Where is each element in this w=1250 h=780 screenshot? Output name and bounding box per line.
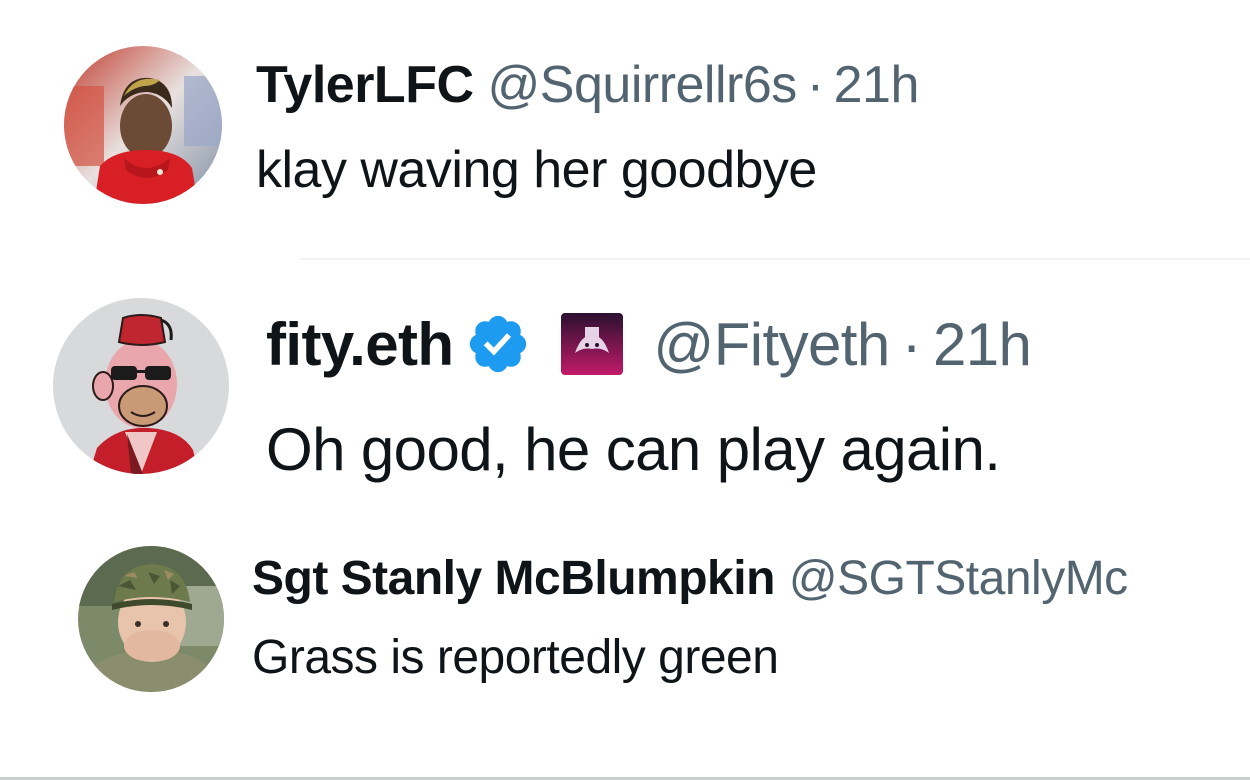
user-handle[interactable]: @Fityeth xyxy=(653,310,890,379)
tweet-text: klay waving her goodbye xyxy=(256,141,817,199)
verified-badge-icon[interactable] xyxy=(465,311,531,377)
display-name[interactable]: Sgt Stanly McBlumpkin xyxy=(252,551,775,606)
red-hoodie-person-avatar xyxy=(64,46,222,204)
camo-cap-person-avatar xyxy=(78,546,224,692)
reply-thread: TylerLFC @Squirrellr6s · 21h klay waving… xyxy=(0,0,1250,780)
tweet-fityeth[interactable]: fity.eth @Fityeth · 21h Oh good, he can … xyxy=(0,260,1250,520)
separator-dot: · xyxy=(901,310,922,378)
tweet-header: fity.eth @Fityeth · 21h xyxy=(266,308,1032,380)
tweet-sgtstanly[interactable]: Sgt Stanly McBlumpkin @SGTStanlyMc Grass… xyxy=(0,520,1250,780)
tweet-header: Sgt Stanly McBlumpkin @SGTStanlyMc xyxy=(252,550,1128,606)
timestamp[interactable]: 21h xyxy=(834,55,920,115)
avatar[interactable] xyxy=(64,46,222,204)
user-handle[interactable]: @Squirrellr6s xyxy=(488,55,798,115)
avatar[interactable] xyxy=(53,298,229,474)
affiliate-badge-icon[interactable] xyxy=(561,313,624,375)
display-name[interactable]: TylerLFC xyxy=(256,55,474,115)
user-handle[interactable]: @SGTStanlyMc xyxy=(789,551,1128,606)
tweet-text: Grass is reportedly green xyxy=(252,631,779,684)
avatar[interactable] xyxy=(78,546,224,692)
separator-dot: · xyxy=(806,56,824,114)
tweet-header: TylerLFC @Squirrellr6s · 21h xyxy=(256,54,919,116)
display-name[interactable]: fity.eth xyxy=(266,310,454,379)
tweet-tylerlfc[interactable]: TylerLFC @Squirrellr6s · 21h klay waving… xyxy=(0,0,1250,258)
bored-ape-nft-avatar xyxy=(53,298,229,474)
timestamp[interactable]: 21h xyxy=(933,310,1032,379)
tweet-text: Oh good, he can play again. xyxy=(266,416,1001,483)
